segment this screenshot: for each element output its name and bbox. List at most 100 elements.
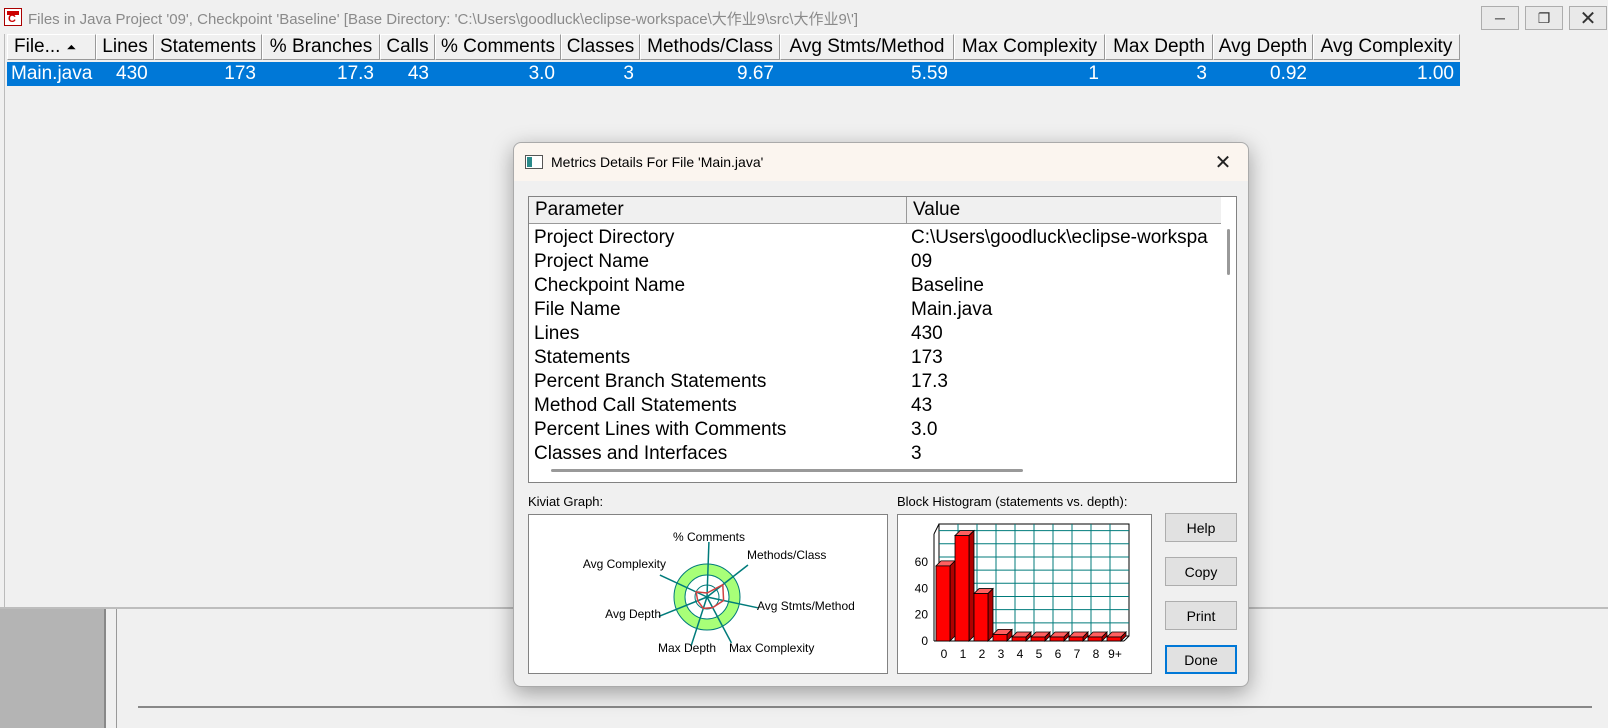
histogram-x-tick-label: 5 <box>1036 647 1043 661</box>
value-cell: Baseline <box>911 275 984 296</box>
print-button[interactable]: Print <box>1165 601 1237 630</box>
metrics-rows: Project Directory C:\Users\goodluck\eclip… <box>529 226 1221 466</box>
histogram-bar <box>1068 636 1084 642</box>
list-item[interactable]: Percent Lines with Comments 3.0 <box>529 418 1221 442</box>
table-cell: 5.59 <box>911 63 948 84</box>
histogram-axis-edge <box>933 523 940 535</box>
parameter-cell: Checkpoint Name <box>534 275 686 296</box>
help-button[interactable]: Help <box>1165 513 1237 542</box>
column-header[interactable]: Statements <box>154 34 262 60</box>
kiviat-svg: % CommentsMethods/Class Avg Stmts/Method M… <box>583 530 855 655</box>
list-item[interactable]: Lines 430 <box>529 322 1221 346</box>
column-header[interactable]: Max Depth <box>1105 34 1213 60</box>
column-header[interactable]: Avg Complexity <box>1313 34 1460 60</box>
sort-ascending-icon: ⏶ <box>66 39 77 54</box>
histogram-bar-side <box>949 559 956 642</box>
parameter-cell: File Name <box>534 299 621 320</box>
close-button[interactable]: ✕ <box>1569 6 1607 30</box>
histogram-bar <box>1106 636 1122 642</box>
parameter-cell: Percent Branch Statements <box>534 371 767 392</box>
app-icon <box>4 8 22 26</box>
vertical-scrollbar[interactable] <box>1222 225 1236 482</box>
histogram-x-tick-label: 3 <box>998 647 1005 661</box>
histogram-y-tick-label: 20 <box>915 608 929 622</box>
histogram-bar <box>973 593 989 642</box>
table-cell: 1.00 <box>1417 63 1454 84</box>
column-header[interactable]: Lines <box>96 34 154 60</box>
value-cell: 17.3 <box>911 371 948 392</box>
metrics-details-dialog: Metrics Details For File 'Main.java' ✕ P… <box>513 142 1249 687</box>
done-button[interactable]: Done <box>1165 645 1237 674</box>
histogram-bar <box>935 565 951 642</box>
histogram-label: Block Histogram (statements vs. depth): <box>897 494 1128 509</box>
table-row[interactable]: Main.java 430 173 17.3 43 3.0 3 9.67 5.59 1 3 0.92 1… <box>7 62 1460 86</box>
histogram-bar <box>1087 636 1103 642</box>
kiviat-axis-label: Avg Depth <box>605 607 661 621</box>
histogram-y-tick-label: 60 <box>915 555 929 569</box>
column-header[interactable]: Max Complexity <box>954 34 1105 60</box>
histogram-bar <box>1030 636 1046 642</box>
minimize-button[interactable]: ─ <box>1481 6 1519 30</box>
list-item[interactable]: Checkpoint Name Baseline <box>529 274 1221 298</box>
kiviat-axis-label: Methods/Class <box>747 548 826 562</box>
value-cell: 43 <box>911 395 933 416</box>
histogram-x-tick-label: 4 <box>1017 647 1024 661</box>
column-header-parameter[interactable]: Parameter <box>529 197 907 224</box>
column-header[interactable]: % Comments <box>435 34 561 60</box>
list-item[interactable]: Project Name 09 <box>529 250 1221 274</box>
kiviat-axis-label: Avg Stmts/Method <box>757 599 855 613</box>
metrics-list[interactable]: Parameter Value Project Directory C:\User… <box>528 196 1237 483</box>
copy-button[interactable]: Copy <box>1165 557 1237 586</box>
column-header[interactable]: Classes <box>561 34 640 60</box>
list-item[interactable]: Method Call Statements 43 <box>529 394 1221 418</box>
column-header[interactable]: File... ⏶ <box>7 34 96 60</box>
grid-header: File... ⏶ Lines Statements% Branches Calls%… <box>7 34 1460 60</box>
histogram-x-tick-label: 2 <box>979 647 986 661</box>
list-item[interactable]: Percent Branch Statements 17.3 <box>529 370 1221 394</box>
table-cell: 43 <box>407 63 429 84</box>
histogram-y-tick-label: 0 <box>921 634 928 648</box>
column-header-label: File... <box>14 36 61 57</box>
table-cell: 3.0 <box>528 63 555 84</box>
column-header[interactable]: Calls <box>380 34 435 60</box>
close-icon: ✕ <box>1214 151 1232 174</box>
value-cell: 3 <box>911 443 922 464</box>
kiviat-graph: % Comments Methods/Class Avg Stmts/Method M… <box>528 514 888 674</box>
histogram-x-tick-label: 9+ <box>1108 647 1122 661</box>
horizontal-scrollbar[interactable] <box>138 706 1592 708</box>
kiviat-axis-label: Max Complexity <box>729 641 814 655</box>
column-header[interactable]: Avg Stmts/Method <box>780 34 954 60</box>
kiviat-axis-label: Avg Complexity <box>583 557 666 571</box>
list-item[interactable]: File Name Main.java <box>529 298 1221 322</box>
column-header-value[interactable]: Value <box>907 197 1221 224</box>
list-item[interactable]: Classes and Interfaces 3 <box>529 442 1221 466</box>
dialog-close-button[interactable]: ✕ <box>1210 149 1236 175</box>
list-item[interactable]: Statements 173 <box>529 346 1221 370</box>
scroll-thumb[interactable] <box>1227 229 1230 275</box>
histogram-bar-side <box>987 587 994 642</box>
column-header[interactable]: Methods/Class <box>640 34 780 60</box>
table-cell: Main.java <box>11 63 93 84</box>
parameter-cell: Percent Lines with Comments <box>534 419 787 440</box>
histogram-bar <box>954 535 970 642</box>
value-cell: Main.java <box>911 299 993 320</box>
table-cell: 1 <box>1088 63 1099 84</box>
parameter-cell: Project Directory <box>534 227 675 248</box>
histogram-x-tick-label: 6 <box>1055 647 1062 661</box>
maximize-button[interactable]: ❐ <box>1525 6 1563 30</box>
value-cell: 173 <box>911 347 943 368</box>
table-cell: 430 <box>116 63 148 84</box>
column-header[interactable]: % Branches <box>262 34 380 60</box>
list-item[interactable]: Project Directory C:\Users\goodluck\eclip… <box>529 226 1221 250</box>
table-cell: 3 <box>623 63 634 84</box>
value-cell: 430 <box>911 323 943 344</box>
histogram-y-tick-label: 40 <box>915 581 929 595</box>
parameter-cell: Statements <box>534 347 631 368</box>
histogram-bar <box>992 634 1008 642</box>
column-header[interactable]: Avg Depth <box>1213 34 1313 60</box>
histogram-svg: 02040600 1 2 3 4 5 6 7 8 9+ <box>915 523 1130 661</box>
value-cell: 09 <box>911 251 933 272</box>
parameter-cell: Classes and Interfaces <box>534 443 728 464</box>
horizontal-scroll-thumb[interactable] <box>551 469 1023 472</box>
table-cell: 9.67 <box>737 63 774 84</box>
